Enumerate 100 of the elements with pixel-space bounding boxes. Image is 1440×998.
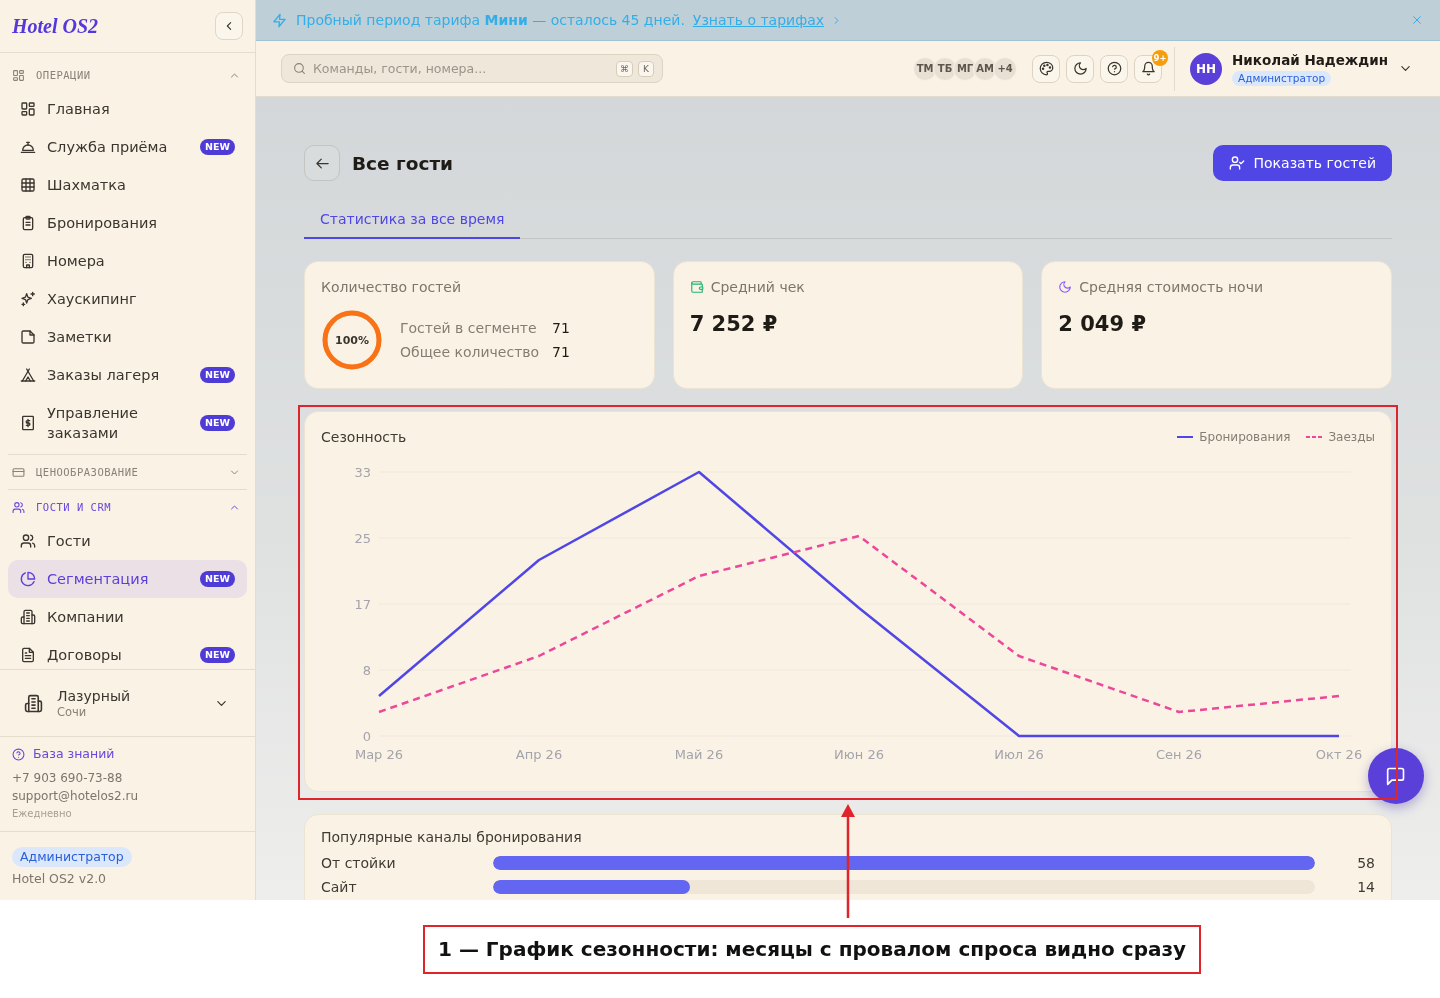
channel-label: От стойки	[321, 854, 397, 873]
users-icon	[20, 533, 36, 549]
nav-item[interactable]: Компании	[8, 598, 247, 636]
new-badge: NEW	[200, 415, 235, 431]
theme-button[interactable]	[1066, 54, 1095, 83]
user-avatar[interactable]: НН	[1190, 52, 1223, 85]
x-axis-label: Сен 26	[1155, 747, 1203, 762]
channel-value: 58	[1356, 854, 1375, 873]
x-axis-label: Мар 26	[354, 747, 404, 762]
banner-text: Пробный период тарифа Мини — осталось 45 дней.	[296, 12, 685, 28]
tab[interactable]: Статистика за все время	[304, 201, 521, 239]
wallet-icon	[689, 280, 704, 294]
chat-icon	[1386, 766, 1406, 786]
section-header[interactable]: ГОСТИ И CRM	[8, 492, 247, 522]
progress-ring	[321, 309, 383, 371]
nav-item[interactable]: Бронирования	[8, 204, 247, 242]
new-badge: NEW	[200, 571, 235, 587]
chevron-right-icon	[832, 15, 841, 25]
channel-label: Сайт	[321, 878, 358, 897]
search-field[interactable]: Команды, гости, номера... ⌘ K	[281, 54, 663, 83]
shortcut-key: K	[638, 60, 654, 77]
knowledge-base-link[interactable]: База знаний	[12, 745, 115, 763]
nav-item[interactable]: Гости	[8, 522, 247, 560]
stat-value: 71	[552, 343, 570, 361]
nav-item[interactable]: Сегментация NEW	[8, 560, 247, 598]
lightning-icon	[272, 12, 287, 28]
table-icon	[20, 177, 36, 193]
card-title: Средняя стоимость ночи	[1079, 279, 1264, 295]
support-hours: Ежедневно	[12, 807, 72, 821]
x-axis-label: Май 26	[674, 747, 724, 762]
bell-icon	[1140, 61, 1156, 76]
help-icon	[12, 747, 25, 761]
users-icon	[12, 500, 25, 514]
y-axis-label: 25	[354, 531, 371, 546]
property-city: Сочи	[57, 704, 88, 720]
legend-label: Заезды	[1328, 430, 1375, 444]
x-axis-label: Июл 26	[994, 747, 1044, 762]
chevron-up-icon[interactable]	[230, 502, 239, 512]
chevron-left-icon	[224, 21, 234, 31]
show-guests-button[interactable]: Показать гостей	[1212, 145, 1392, 181]
palette-button[interactable]	[1032, 54, 1061, 83]
moon-icon	[1058, 280, 1073, 294]
property-name: Лазурный	[57, 686, 131, 705]
annotation-caption: 1 — График сезонности: месяцы с провалом спроса видно сразу	[423, 925, 1202, 974]
new-badge: NEW	[200, 367, 235, 383]
sparkle-icon	[20, 291, 36, 307]
back-button[interactable]	[304, 145, 340, 181]
stat-value: 2 049 ₽	[1058, 311, 1147, 338]
chevron-down-icon[interactable]	[1400, 63, 1411, 74]
nav-item[interactable]: Управление заказами NEW	[8, 394, 247, 452]
y-axis-label: 0	[362, 729, 371, 744]
stat-label: Общее количество	[400, 343, 541, 361]
nav-item[interactable]: Служба приёма NEW	[8, 128, 247, 166]
y-axis-label: 17	[354, 597, 371, 612]
shortcut-key: ⌘	[616, 60, 633, 77]
close-icon	[1412, 15, 1422, 25]
notification-badge: 9+	[1152, 49, 1169, 66]
card-title: Популярные каналы бронирования	[321, 829, 582, 845]
phone-number: +7 903 690-73-88	[12, 770, 123, 787]
page-title: Все гости	[352, 152, 454, 174]
grid-icon	[20, 101, 36, 117]
nav-item[interactable]: Шахматка	[8, 166, 247, 204]
more-users-count: +4	[993, 56, 1018, 81]
nav-item[interactable]: Заказы лагеря NEW	[8, 356, 247, 394]
nav-item[interactable]: Главная	[8, 90, 247, 128]
app-logo: Hotel OS2	[12, 14, 99, 38]
nav-item[interactable]: Номера	[8, 242, 247, 280]
nav-item[interactable]: Хаускипинг	[8, 280, 247, 318]
search-input[interactable]: Команды, гости, номера...	[313, 61, 611, 76]
note-icon	[20, 329, 36, 345]
building-icon	[20, 253, 36, 269]
receipt-icon	[20, 415, 36, 431]
card-icon	[12, 465, 25, 479]
role-badge: Администратор	[1232, 71, 1332, 86]
tent-icon	[20, 367, 36, 383]
new-badge: NEW	[200, 647, 235, 663]
support-email: support@hotelos2.ru	[12, 788, 139, 805]
y-axis-label: 8	[362, 663, 371, 678]
card-title: Средний чек	[710, 279, 805, 295]
new-badge: NEW	[200, 139, 235, 155]
x-axis-label: Апр 26	[515, 747, 563, 762]
section-header[interactable]: ЦЕНООБРАЗОВАНИЕ	[8, 457, 247, 487]
moon-icon	[1072, 61, 1088, 76]
pie-chart-icon	[20, 571, 36, 587]
app-version: Hotel OS2 v2.0	[12, 870, 107, 888]
x-axis-label: Июн 26	[834, 747, 884, 762]
ring-percent: 100%	[335, 333, 369, 347]
nav-item[interactable]: Заметки	[8, 318, 247, 356]
arrow-left-icon	[314, 155, 330, 171]
help-button[interactable]	[1100, 54, 1129, 83]
palette-icon	[1038, 61, 1054, 76]
legend-label: Бронирования	[1199, 430, 1291, 444]
channel-value: 14	[1356, 878, 1375, 897]
nav-item[interactable]: Договоры NEW	[8, 636, 247, 669]
chart-title: Сезонность	[321, 429, 407, 445]
office-icon	[20, 609, 36, 625]
help-icon	[1106, 61, 1122, 76]
service-bell-icon	[20, 139, 36, 155]
property-switcher[interactable]: Лазурный Сочи	[24, 686, 231, 720]
y-axis-label: 33	[354, 465, 371, 480]
